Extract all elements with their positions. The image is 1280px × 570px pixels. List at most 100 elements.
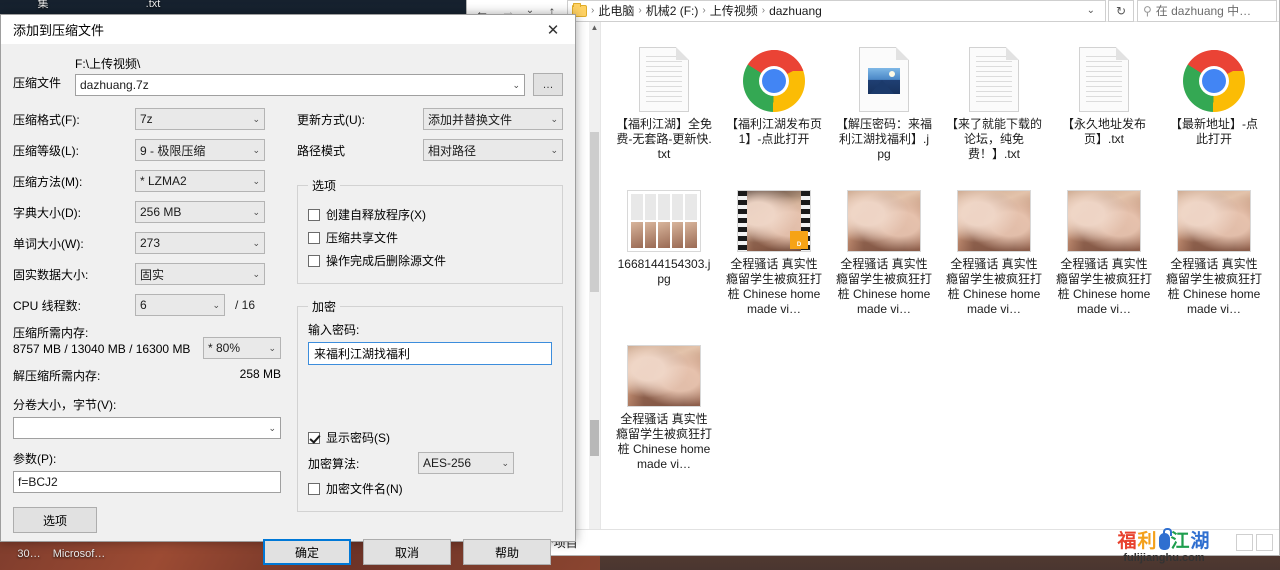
options-button[interactable]: 选项 (13, 507, 97, 533)
dictionary-select[interactable]: 256 MB ⌄ (135, 201, 265, 223)
archive-name-input[interactable]: dazhuang.7z ⌄ (75, 74, 525, 96)
create-sfx-checkbox[interactable]: 创建自释放程序(X) (308, 206, 552, 223)
checkbox-icon[interactable] (308, 483, 320, 495)
file-item[interactable]: D 全程骚话 真实性瘾留学生被疯狂打桩 Chinese homemade vi… (719, 176, 829, 317)
word-size-label: 单词大小(W): (13, 235, 135, 252)
explorer-body: (9) Per 与空i C:) D:) ▲ 【福利 (467, 22, 1279, 529)
file-name: 全程骚话 真实性瘾留学生被疯狂打桩 Chinese homemade vi… (1056, 257, 1152, 317)
file-item[interactable]: 【永久地址发布页】.txt (1049, 36, 1159, 162)
file-item[interactable]: 全程骚话 真实性瘾留学生被疯狂打桩 Chinese homemade vi… (829, 176, 939, 317)
chevron-down-icon[interactable]: ⌄ (248, 238, 260, 249)
file-thumbnail (639, 36, 689, 112)
options-group: 选项 创建自释放程序(X) 压缩共享文件 操作完成后删除源文件 (297, 177, 563, 284)
method-select[interactable]: * LZMA2 ⌄ (135, 170, 265, 192)
algorithm-row: 加密算法: AES-256 ⌄ (308, 452, 552, 474)
file-thumbnail (1183, 36, 1245, 112)
breadcrumb-item-0[interactable]: 此电脑 (598, 2, 634, 19)
navigation-pane-scrollbar[interactable]: ▲ (589, 22, 600, 529)
chevron-down-icon[interactable]: ⌄ (264, 423, 276, 434)
chevron-down-icon[interactable]: ⌄ (248, 114, 260, 125)
file-item[interactable]: 全程骚话 真实性瘾留学生被疯狂打桩 Chinese homemade vi… (609, 331, 719, 472)
breadcrumb-item-2[interactable]: 上传视频 (710, 2, 758, 19)
file-item[interactable]: 【来了就能下载的论坛，纯免费！】.txt (939, 36, 1049, 162)
file-item[interactable]: 1668144154303.jpg (609, 176, 719, 317)
file-item[interactable]: 【福利江湖发布页1】-点此打开 (719, 36, 829, 162)
large-icons-view-icon[interactable] (1256, 534, 1273, 551)
file-list-view[interactable]: 【福利江湖】全免费-无套路-更新快.txt 【福利江湖发布页1】-点此打开 【解… (601, 22, 1279, 529)
memory-percent-select[interactable]: * 80% ⌄ (203, 337, 281, 359)
chevron-down-icon[interactable]: ⌄ (546, 145, 558, 156)
refresh-icon[interactable]: ↻ (1108, 0, 1134, 22)
cancel-button[interactable]: 取消 (363, 539, 451, 565)
chevron-down-icon[interactable]: ⌄ (248, 269, 260, 280)
file-name: 【来了就能下载的论坛，纯免费！】.txt (946, 117, 1042, 162)
method-label: 压缩方法(M): (13, 173, 135, 190)
scroll-up-icon[interactable]: ▲ (589, 22, 600, 34)
chevron-down-icon[interactable]: ⌄ (546, 114, 558, 125)
threads-select[interactable]: 6 ⌄ (135, 294, 225, 316)
file-thumbnail (627, 176, 701, 252)
update-mode-row: 更新方式(U): 添加并替换文件 ⌄ (297, 108, 563, 130)
chevron-down-icon[interactable]: ⌄ (508, 80, 520, 91)
compress-memory-value: 8757 MB / 13040 MB / 16300 MB (13, 341, 203, 357)
text-document-icon (969, 47, 1019, 112)
scrollbar-thumb[interactable] (590, 132, 599, 292)
file-item[interactable]: 全程骚话 真实性瘾留学生被疯狂打桩 Chinese homemade vi… (1049, 176, 1159, 317)
chevron-down-icon[interactable]: ⌄ (248, 207, 260, 218)
level-select[interactable]: 9 - 极限压缩 ⌄ (135, 139, 265, 161)
show-password-checkbox[interactable]: 显示密码(S) (308, 429, 552, 446)
file-thumbnail (627, 331, 701, 407)
checkbox-icon[interactable] (308, 209, 320, 221)
file-item[interactable]: 【解压密码：来福利江湖找福利】.jpg (829, 36, 939, 162)
file-thumbnail (1067, 176, 1141, 252)
path-mode-select[interactable]: 相对路径 ⌄ (423, 139, 563, 161)
level-label: 压缩等级(L): (13, 142, 135, 159)
breadcrumb-item-1[interactable]: 机械2 (F:) (646, 2, 699, 19)
memory-percent-value: * 80% (208, 341, 240, 355)
checkbox-icon[interactable] (308, 255, 320, 267)
chevron-down-icon[interactable]: ⌄ (264, 343, 276, 354)
file-name: 全程骚话 真实性瘾留学生被疯狂打桩 Chinese homemade vi… (726, 257, 822, 317)
compress-shared-files-checkbox[interactable]: 压缩共享文件 (308, 229, 552, 246)
breadcrumb-separator: › (761, 5, 766, 16)
chevron-down-icon[interactable]: ⌄ (208, 300, 220, 311)
format-select[interactable]: 7z ⌄ (135, 108, 265, 130)
file-item[interactable]: 全程骚话 真实性瘾留学生被疯狂打桩 Chinese homemade vi… (939, 176, 1049, 317)
desktop-icon-label[interactable]: 集 (8, 0, 78, 11)
solid-block-select[interactable]: 固实 ⌄ (135, 263, 265, 285)
help-button[interactable]: 帮助 (463, 539, 551, 565)
update-mode-select[interactable]: 添加并替换文件 ⌄ (423, 108, 563, 130)
word-size-select[interactable]: 273 ⌄ (135, 232, 265, 254)
close-icon[interactable]: ✕ (531, 15, 575, 45)
file-item[interactable]: 【福利江湖】全免费-无套路-更新快.txt (609, 36, 719, 162)
file-item[interactable]: 全程骚话 真实性瘾留学生被疯狂打桩 Chinese homemade vi… (1159, 176, 1269, 317)
breadcrumb-chevron-down-icon[interactable]: ⌄ (1081, 5, 1101, 16)
breadcrumb[interactable]: › 此电脑 › 机械2 (F:) › 上传视频 › dazhuang ⌄ (567, 0, 1106, 22)
browse-button[interactable]: … (533, 73, 563, 96)
password-input[interactable]: 来福利江湖找福利 (308, 342, 552, 365)
delete-after-compress-checkbox[interactable]: 操作完成后删除源文件 (308, 252, 552, 269)
chevron-down-icon[interactable]: ⌄ (497, 458, 509, 469)
file-item[interactable]: 【最新地址】-点此打开 (1159, 36, 1269, 162)
checkbox-checked-icon[interactable] (308, 432, 320, 444)
scrollbar-thumb-secondary[interactable] (590, 420, 599, 456)
parameters-input[interactable]: f=BCJ2 (13, 471, 281, 493)
details-view-icon[interactable] (1236, 534, 1253, 551)
search-input[interactable]: ⚲ 在 dazhuang 中… (1137, 0, 1277, 22)
checkbox-icon[interactable] (308, 232, 320, 244)
encrypt-filenames-checkbox[interactable]: 加密文件名(N) (308, 480, 552, 497)
file-thumbnail (743, 36, 805, 112)
watermark-title: 福利江湖 (1104, 532, 1224, 551)
ok-button[interactable]: 确定 (263, 539, 351, 565)
image-document-icon (859, 47, 909, 112)
chevron-down-icon[interactable]: ⌄ (248, 145, 260, 156)
algorithm-select[interactable]: AES-256 ⌄ (418, 452, 514, 474)
encryption-spacer (308, 365, 552, 423)
format-label: 压缩格式(F): (13, 111, 135, 128)
volume-size-input[interactable]: ⌄ (13, 417, 281, 439)
desktop-icon-label[interactable]: .txt (118, 0, 188, 11)
breadcrumb-item-3[interactable]: dazhuang (769, 4, 822, 18)
chevron-down-icon[interactable]: ⌄ (248, 176, 260, 187)
address-bar: ← → ⌄ ↑ › 此电脑 › 机械2 (F:) › 上传视频 › dazhua… (467, 0, 1279, 22)
archive-name-value: dazhuang.7z (80, 78, 149, 92)
